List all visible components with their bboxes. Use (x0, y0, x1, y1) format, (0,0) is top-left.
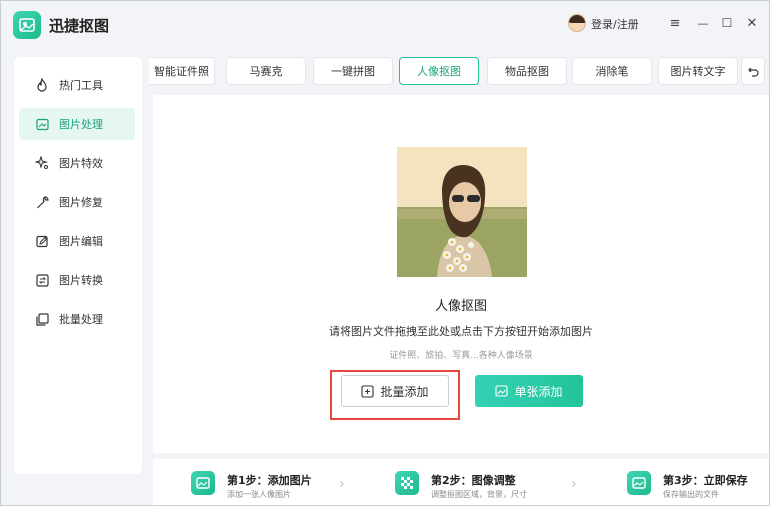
sidebar-item-label: 热门工具 (59, 79, 103, 92)
sidebar-item-label: 图片编辑 (59, 235, 103, 248)
sidebar-item-label: 图片修复 (59, 196, 103, 209)
tool-tabs: 智能证件照 马赛克 一键拼图 人像抠图 物品抠图 消除笔 图片转文字 (149, 57, 769, 85)
image-edit-icon (35, 117, 49, 131)
pencil-box-icon (35, 234, 49, 248)
sidebar-item-label: 图片特效 (59, 157, 103, 170)
sidebar-item-image-conversion[interactable]: 图片转换 (19, 264, 135, 296)
maximize-icon[interactable]: ☐ (719, 15, 735, 31)
tab-mosaic[interactable]: 马赛克 (226, 57, 306, 85)
batch-add-button[interactable]: 批量添加 (341, 375, 449, 407)
login-register-link[interactable]: 登录/注册 (591, 16, 639, 32)
title-bar: 迅捷抠图 登录/注册 ≡ — ☐ ✕ (1, 1, 769, 49)
step1-desc: 添加一张人像图片 (227, 490, 291, 499)
image-icon (495, 385, 509, 398)
stack-icon (35, 312, 49, 326)
app-title: 迅捷抠图 (49, 17, 110, 35)
single-add-button[interactable]: 单张添加 (475, 375, 583, 407)
sidebar-item-image-effects[interactable]: 图片特效 (19, 147, 135, 179)
undo-arrow-icon (747, 67, 759, 77)
step1-image-icon (191, 471, 215, 495)
flame-icon (35, 78, 49, 92)
tab-scroll-back-button[interactable] (741, 57, 765, 85)
sidebar-item-image-processing[interactable]: 图片处理 (19, 108, 135, 140)
single-add-label: 单张添加 (514, 384, 563, 399)
tab-portrait-cutout[interactable]: 人像抠图 (399, 57, 479, 85)
sidebar-item-label: 图片转换 (59, 274, 103, 287)
add-file-icon (361, 384, 375, 398)
tab-image-to-text[interactable]: 图片转文字 (658, 57, 738, 85)
step2-mosaic-icon (395, 471, 419, 495)
menu-icon[interactable]: ≡ (667, 15, 683, 31)
drop-instructions: 请将图片文件拖拽至此处或点击下方按钮开始添加图片 (329, 325, 593, 338)
app-logo-icon (13, 11, 41, 39)
tab-collage[interactable]: 一键拼图 (313, 57, 393, 85)
sidebar-item-label: 图片处理 (59, 118, 103, 131)
tab-smart-id-photo[interactable]: 智能证件照 (149, 57, 215, 85)
sidebar-item-label: 批量处理 (59, 313, 103, 326)
convert-icon (35, 273, 49, 287)
close-icon[interactable]: ✕ (744, 15, 760, 31)
tab-eraser[interactable]: 消除笔 (572, 57, 652, 85)
chevron-right-icon: › (339, 476, 345, 492)
step3-title: 第3步：立即保存 (663, 474, 748, 487)
portrait-sample-image (397, 147, 527, 277)
sidebar: 热门工具 图片处理 图片特效 图片修复 图片编辑 图片转换 批量处理 (14, 57, 142, 474)
step2-desc: 调整抠图区域，背景，尺寸 (431, 490, 527, 499)
step1-title: 第1步：添加图片 (227, 474, 312, 487)
chevron-right-icon: › (571, 476, 577, 492)
step3-desc: 保存输出的文件 (663, 490, 719, 499)
sparkle-icon (35, 156, 49, 170)
user-avatar[interactable] (568, 14, 586, 32)
tab-object-cutout[interactable]: 物品抠图 (487, 57, 567, 85)
minimize-icon[interactable]: — (695, 15, 711, 31)
sidebar-item-image-editing[interactable]: 图片编辑 (19, 225, 135, 257)
step2-title: 第2步：图像调整 (431, 474, 516, 487)
wrench-icon (35, 195, 49, 209)
sidebar-item-hot-tools[interactable]: 热门工具 (19, 69, 135, 101)
step3-save-icon (627, 471, 651, 495)
feature-title: 人像抠图 (434, 299, 487, 314)
scenario-hint: 证件照、旅拍、写真...各种人像场景 (389, 351, 533, 361)
batch-add-label: 批量添加 (380, 384, 429, 399)
steps-bar: 第1步：添加图片 添加一张人像图片 › 第2步：图像调整 调整抠图区域，背景，尺… (153, 459, 769, 505)
sidebar-item-image-repair[interactable]: 图片修复 (19, 186, 135, 218)
sidebar-item-batch-processing[interactable]: 批量处理 (19, 303, 135, 335)
app-window: 迅捷抠图 登录/注册 ≡ — ☐ ✕ 热门工具 图片处理 图片特效 图片修复 图… (0, 0, 770, 506)
drop-zone[interactable]: 人像抠图 请将图片文件拖拽至此处或点击下方按钮开始添加图片 证件照、旅拍、写真.… (153, 95, 769, 453)
